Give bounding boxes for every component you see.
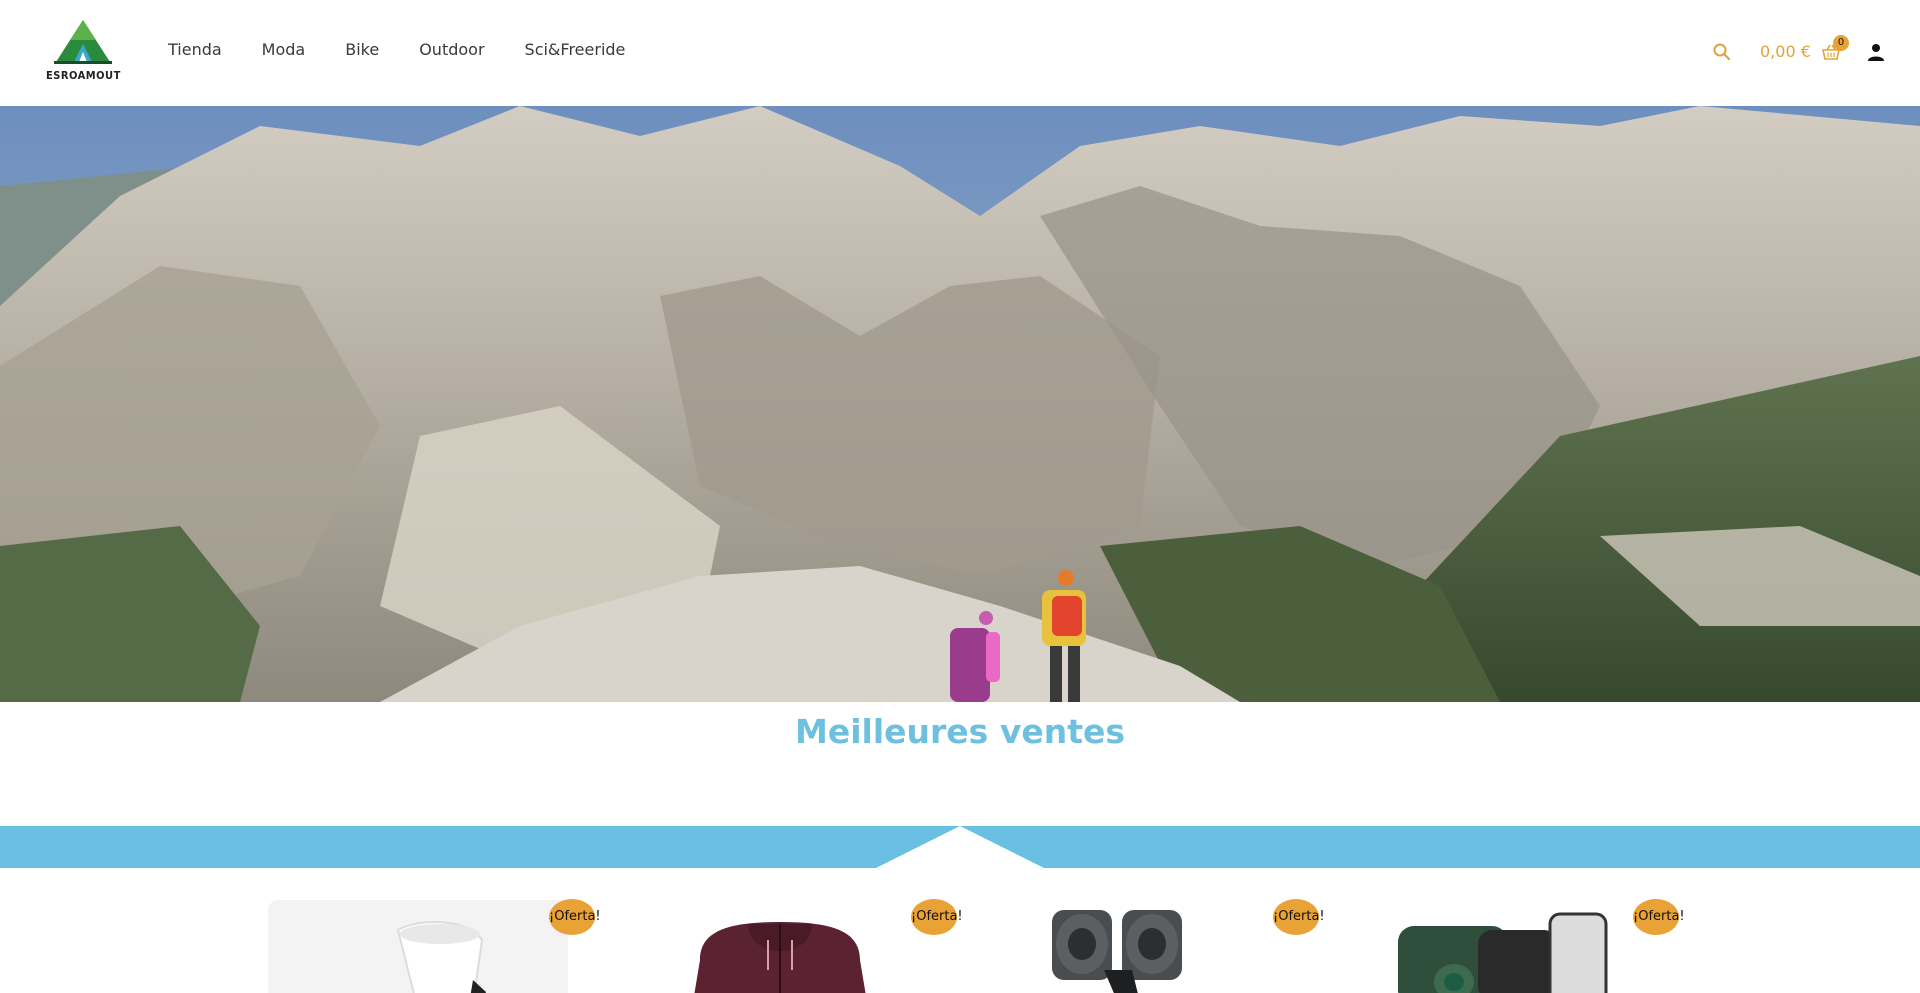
mountain-hikers-photo — [0, 106, 1920, 702]
nav-item-bike[interactable]: Bike — [345, 40, 379, 59]
site-logo[interactable]: ESROAMOUT — [46, 16, 120, 82]
cart-total[interactable]: 0,00 € — [1760, 42, 1811, 61]
band-notch-decoration — [876, 826, 1044, 868]
sale-badge: ¡Oferta! — [1633, 899, 1685, 935]
gray-binoculars-image — [992, 900, 1292, 993]
nav-item-outdoor[interactable]: Outdoor — [419, 40, 484, 59]
sale-badge: ¡Oferta! — [1273, 899, 1325, 935]
product-card[interactable] — [992, 900, 1292, 993]
hero-banner — [0, 106, 1920, 702]
nav-item-tienda[interactable]: Tienda — [168, 40, 222, 59]
sale-badge: ¡Oferta! — [911, 899, 963, 935]
product-card[interactable] — [268, 900, 568, 993]
main-nav: Tienda Moda Bike Outdoor Sci&Freeride — [168, 40, 625, 59]
product-card[interactable] — [630, 900, 930, 993]
logo-text: ESROAMOUT — [46, 69, 121, 82]
nav-item-moda[interactable]: Moda — [262, 40, 306, 59]
search-icon[interactable] — [1712, 42, 1732, 62]
site-header: ESROAMOUT Tienda Moda Bike Outdoor Sci&F… — [0, 0, 1920, 106]
nav-item-sci-freeride[interactable]: Sci&Freeride — [525, 40, 626, 59]
product-card[interactable] — [1354, 900, 1654, 993]
white-sock-image — [268, 900, 568, 993]
user-icon[interactable] — [1866, 42, 1886, 62]
best-sellers-title: Meilleures ventes — [795, 712, 1125, 751]
cart-count-badge: 0 — [1833, 35, 1849, 51]
green-binoculars-with-phone-image — [1354, 900, 1654, 993]
burgundy-hoodie-image — [630, 900, 930, 993]
mountain-logo-icon — [54, 20, 112, 64]
sale-badge: ¡Oferta! — [549, 899, 601, 935]
